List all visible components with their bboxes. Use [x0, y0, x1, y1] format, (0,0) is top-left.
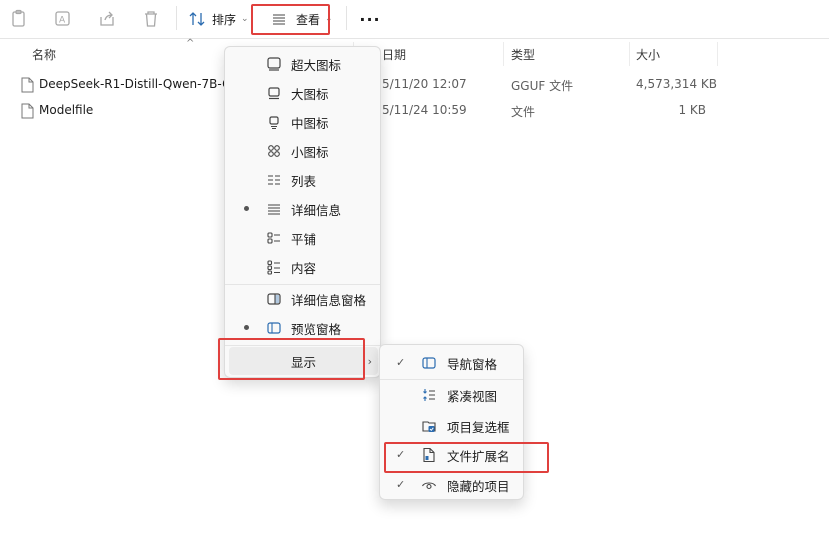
menu-separator — [380, 379, 523, 380]
tiles-icon — [265, 229, 283, 247]
file-size: 1 KB — [678, 103, 706, 117]
rename-icon: A — [55, 11, 70, 26]
column-header-name[interactable]: 名称 — [32, 46, 56, 63]
selected-bullet-icon — [244, 325, 249, 330]
svg-text:A: A — [59, 16, 66, 26]
menu-item-item-checkboxes[interactable]: 项目复选框 — [384, 412, 521, 440]
file-date: 5/11/20 12:07 — [382, 77, 467, 91]
toolbar-separator — [346, 6, 347, 30]
sort-button[interactable]: 排序 ⌄ — [188, 7, 252, 31]
sort-icon — [189, 12, 205, 26]
check-icon: ✓ — [396, 478, 406, 491]
list-icon — [265, 171, 283, 189]
content-icon — [265, 258, 283, 276]
file-type: GGUF 文件 — [511, 79, 574, 93]
item-checkbox-icon — [420, 417, 438, 435]
more-icon: ··· — [359, 9, 381, 29]
rename-button[interactable]: A — [50, 7, 76, 31]
toolbar-divider — [0, 38, 829, 39]
menu-item-navigation-pane[interactable]: ✓ 导航窗格 — [384, 349, 521, 377]
large-icons-icon — [265, 84, 283, 102]
file-row[interactable]: Modelfile 5/11/24 10:59 文件 1 KB — [0, 98, 829, 124]
file-row[interactable]: DeepSeek-R1-Distill-Qwen-7B-Q4_ 5/11/20 … — [0, 72, 829, 98]
small-icons-icon — [265, 142, 283, 160]
menu-item-content[interactable]: 内容 — [229, 253, 378, 281]
highlight-box-view — [251, 4, 330, 35]
preview-pane-icon — [265, 319, 283, 337]
show-submenu: ✓ 导航窗格 紧凑视图 项目复选框 ✓ 文件扩展名 ✓ 隐藏的项目 — [379, 344, 524, 500]
file-icon — [21, 77, 34, 93]
view-menu: 超大图标 大图标 中图标 小图标 列表 详细信息 平铺 内容 详细信息窗格 预览… — [224, 46, 381, 378]
trash-icon — [145, 11, 157, 27]
menu-item-tiles[interactable]: 平铺 — [229, 224, 378, 252]
file-name: DeepSeek-R1-Distill-Qwen-7B-Q4_ — [39, 77, 246, 91]
column-header-date[interactable]: 日期 — [382, 46, 406, 63]
file-type: 文件 — [511, 105, 536, 119]
extra-large-icons-icon — [265, 55, 283, 73]
file-name: Modelfile — [39, 103, 94, 117]
delete-button[interactable] — [138, 7, 164, 31]
command-bar: A 排序 ⌄ 查看 ⌄ ··· — [0, 0, 829, 38]
compact-view-icon — [420, 386, 438, 404]
file-icon — [21, 103, 34, 119]
more-options-button[interactable]: ··· — [356, 7, 384, 31]
medium-icons-icon — [265, 113, 283, 131]
sort-ascending-icon: ^ — [186, 38, 195, 49]
paste-button[interactable] — [6, 7, 32, 31]
details-pane-icon — [265, 290, 283, 308]
menu-item-small-icons[interactable]: 小图标 — [229, 137, 378, 165]
toolbar-separator — [176, 6, 177, 30]
check-icon: ✓ — [396, 356, 406, 369]
menu-item-hidden-items[interactable]: ✓ 隐藏的项目 — [384, 471, 521, 499]
hidden-items-icon — [420, 476, 438, 494]
chevron-down-icon: ⌄ — [241, 14, 249, 24]
chevron-right-icon: › — [367, 354, 372, 368]
menu-item-large-icons[interactable]: 大图标 — [229, 79, 378, 107]
file-size: 4,573,314 KB — [636, 77, 717, 91]
navigation-pane-icon — [420, 354, 438, 372]
menu-item-medium-icons[interactable]: 中图标 — [229, 108, 378, 136]
menu-item-compact-view[interactable]: 紧凑视图 — [384, 381, 521, 409]
menu-item-details[interactable]: 详细信息 — [229, 195, 378, 223]
sort-label: 排序 — [212, 12, 237, 27]
clipboard-icon — [12, 9, 25, 27]
column-header-type[interactable]: 类型 — [511, 46, 535, 63]
menu-item-extra-large-icons[interactable]: 超大图标 — [229, 50, 378, 78]
details-icon — [265, 200, 283, 218]
file-date: 5/11/24 10:59 — [382, 103, 467, 117]
highlight-box-file-extensions — [384, 442, 549, 473]
share-button[interactable] — [94, 7, 120, 31]
menu-item-details-pane[interactable]: 详细信息窗格 — [229, 285, 378, 313]
highlight-box-show — [218, 338, 365, 380]
menu-item-list[interactable]: 列表 — [229, 166, 378, 194]
column-header-size[interactable]: 大小 — [636, 46, 660, 63]
share-icon — [100, 11, 114, 26]
selected-bullet-icon — [244, 206, 249, 211]
